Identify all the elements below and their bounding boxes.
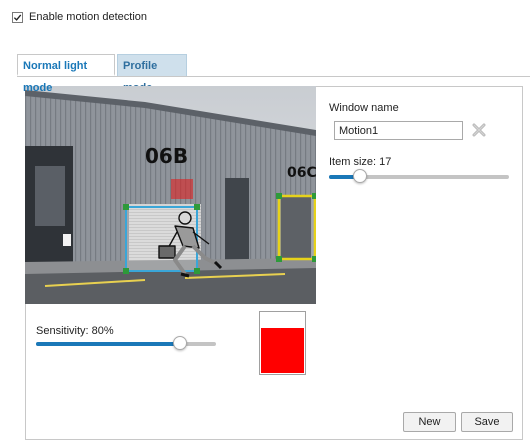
sensitivity-slider-fill xyxy=(36,342,180,346)
item-size-label: Item size: 17 xyxy=(329,156,392,168)
item-size-slider-thumb[interactable] xyxy=(352,169,367,183)
sensitivity-slider-thumb[interactable] xyxy=(173,336,187,350)
motion-highlight xyxy=(171,179,193,199)
sensitivity-label: Sensitivity: 80% xyxy=(36,325,114,337)
sensitivity-slider[interactable] xyxy=(36,336,216,350)
tab-normal-light-mode[interactable]: Normal light mode xyxy=(17,54,115,94)
motion-level-indicator xyxy=(259,311,306,375)
camera-preview[interactable]: 06B 06C xyxy=(25,86,316,304)
handle[interactable] xyxy=(312,256,316,262)
enable-motion-detection-row[interactable]: Enable motion detection xyxy=(12,11,147,23)
new-window-button[interactable]: New xyxy=(403,412,456,432)
delete-window-icon[interactable] xyxy=(472,123,486,137)
item-size-slider[interactable] xyxy=(329,169,509,183)
building-label-06c: 06C xyxy=(287,165,316,181)
mode-tabs: Normal light mode Profile mode xyxy=(17,54,187,94)
handle[interactable] xyxy=(123,268,129,274)
enable-motion-label: Enable motion detection xyxy=(29,11,148,23)
handle[interactable] xyxy=(123,204,129,210)
tabs-divider xyxy=(17,76,530,77)
building-label-06b: 06B xyxy=(145,144,188,168)
window-name-label: Window name xyxy=(329,102,399,114)
tab-profile-mode[interactable]: Profile mode xyxy=(117,54,187,94)
window-name-input[interactable] xyxy=(334,121,463,140)
right-doorway xyxy=(225,178,249,268)
handle[interactable] xyxy=(276,256,282,262)
notice-sign xyxy=(63,234,71,246)
enable-motion-checkbox[interactable] xyxy=(12,11,23,23)
handle[interactable] xyxy=(312,193,316,199)
handle[interactable] xyxy=(194,268,200,274)
save-button[interactable]: Save xyxy=(461,412,513,432)
motion-level-fill xyxy=(261,328,304,373)
left-window xyxy=(35,166,65,226)
checkmark-icon xyxy=(13,14,22,21)
handle[interactable] xyxy=(194,204,200,210)
motion-window-2[interactable] xyxy=(277,194,316,261)
handle[interactable] xyxy=(276,193,282,199)
